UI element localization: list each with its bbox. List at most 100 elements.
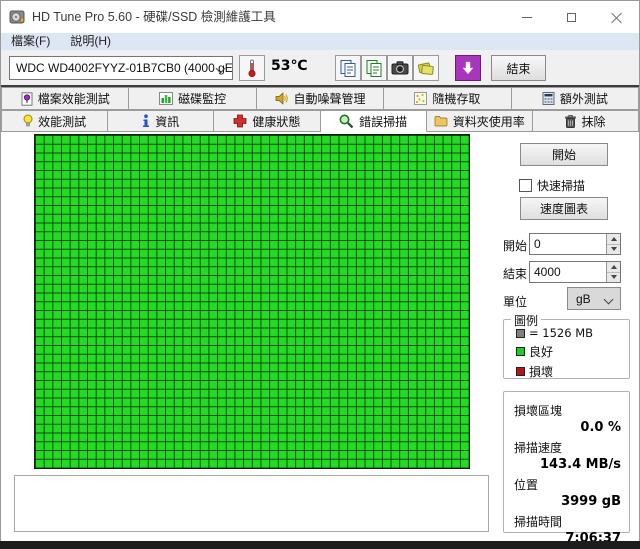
random-access-icon bbox=[414, 92, 428, 105]
download-arrow-icon bbox=[462, 61, 474, 75]
damaged-blocks-label: 損壞區塊 bbox=[514, 404, 563, 418]
titlebar: HD Tune Pro 5.60 - 硬碟/SSD 檢測維護工具 bbox=[1, 1, 639, 33]
notes-icon bbox=[417, 62, 434, 75]
tab-label: 磁碟監控 bbox=[178, 92, 227, 106]
menubar: 檔案(F) 說明(H) bbox=[1, 33, 639, 50]
triangle-up-icon bbox=[610, 264, 617, 269]
drive-select[interactable]: WDC WD4002FYYZ-01B7CB0 (4000 gE bbox=[9, 56, 233, 80]
good-label: 良好 bbox=[529, 345, 554, 359]
tab-label: 自動噪聲管理 bbox=[293, 92, 366, 106]
spin-down-button[interactable] bbox=[607, 272, 620, 282]
file-benchmark-icon bbox=[21, 91, 33, 106]
screenshot-button[interactable] bbox=[387, 55, 413, 81]
good-swatch bbox=[516, 347, 525, 356]
window-controls bbox=[504, 1, 639, 33]
speed-map-button[interactable]: 速度圖表 bbox=[520, 197, 608, 220]
tab-label: 健康狀態 bbox=[252, 114, 301, 129]
folder-icon bbox=[434, 115, 448, 127]
close-icon bbox=[611, 12, 622, 23]
tab-row-top: 檔案效能測試 磁碟監控 自動噪聲管理 隨機存取 額外測試 bbox=[1, 87, 640, 110]
scan-time-label: 掃描時間 bbox=[514, 515, 563, 529]
stats-group: 損壞區塊 0.0 % 掃描速度 143.4 MB/s 位置 3999 gB 掃描… bbox=[503, 391, 630, 546]
tab-label: 資訊 bbox=[155, 114, 180, 129]
tab-label: 額外測試 bbox=[559, 92, 608, 106]
unit-select[interactable]: gB bbox=[567, 287, 621, 310]
tab-aam[interactable]: 自動噪聲管理 bbox=[256, 87, 385, 110]
tab-disk-monitor[interactable]: 磁碟監控 bbox=[129, 87, 257, 110]
info-icon bbox=[142, 114, 150, 128]
maximize-button[interactable] bbox=[549, 1, 594, 33]
chevron-down-icon bbox=[603, 294, 614, 305]
start-scan-label: 開始 bbox=[551, 148, 576, 162]
copy-icon bbox=[340, 60, 356, 77]
start-position-field bbox=[529, 233, 621, 255]
camera-icon bbox=[391, 61, 409, 75]
close-button[interactable] bbox=[594, 1, 639, 33]
spin-up-button[interactable] bbox=[607, 262, 620, 273]
tab-health[interactable]: 健康狀態 bbox=[214, 110, 321, 132]
maximize-icon bbox=[567, 12, 576, 22]
scan-speed-label: 掃描速度 bbox=[514, 441, 563, 455]
menu-file[interactable]: 檔案(F) bbox=[1, 33, 60, 50]
legend-block-size: = 1526 MB bbox=[516, 326, 593, 340]
start-position-input[interactable] bbox=[530, 234, 606, 254]
tab-label: 資料夾使用率 bbox=[452, 114, 525, 129]
tab-extra-tests[interactable]: 額外測試 bbox=[511, 87, 640, 110]
tab-label: 抹除 bbox=[581, 114, 606, 129]
extra-tests-icon bbox=[542, 92, 555, 105]
unit-select-value: gB bbox=[576, 291, 591, 306]
update-download-button[interactable] bbox=[455, 55, 481, 81]
window-title: HD Tune Pro 5.60 - 硬碟/SSD 檢測維護工具 bbox=[32, 10, 276, 24]
tab-file-benchmark[interactable]: 檔案效能測試 bbox=[1, 87, 130, 110]
tab-benchmark[interactable]: 效能測試 bbox=[1, 110, 109, 132]
triangle-down-icon bbox=[610, 275, 617, 280]
spin-up-button[interactable] bbox=[607, 234, 620, 245]
start-position-label: 開始 bbox=[503, 239, 528, 253]
minimize-button[interactable] bbox=[504, 1, 549, 33]
legend-bad: 損壞 bbox=[516, 363, 593, 380]
tab-label: 錯誤掃描 bbox=[359, 114, 408, 129]
tab-error-scan[interactable]: 錯誤掃描 bbox=[320, 110, 427, 132]
speaker-icon bbox=[275, 92, 289, 105]
drive-select-value: WDC WD4002FYYZ-01B7CB0 (4000 gE bbox=[16, 61, 233, 75]
end-position-field bbox=[529, 261, 621, 283]
bad-label: 損壞 bbox=[529, 365, 554, 379]
tab-info[interactable]: 資訊 bbox=[108, 110, 215, 132]
lightbulb-icon bbox=[23, 114, 33, 128]
speed-map-box bbox=[14, 475, 489, 532]
position-value: 3999 gB bbox=[561, 494, 621, 509]
position-label: 位置 bbox=[514, 478, 539, 492]
legend-group: 圖例 = 1526 MB 良好 損壞 bbox=[503, 312, 630, 380]
start-scan-button[interactable]: 開始 bbox=[520, 143, 608, 166]
exit-button[interactable]: 結束 bbox=[491, 55, 546, 81]
triangle-down-icon bbox=[610, 247, 617, 252]
quick-scan-checkbox[interactable] bbox=[519, 179, 532, 192]
tab-random-access[interactable]: 隨機存取 bbox=[384, 87, 512, 110]
tab-label: 檔案效能測試 bbox=[37, 92, 110, 106]
triangle-up-icon bbox=[610, 236, 617, 241]
speed-map-label: 速度圖表 bbox=[539, 202, 588, 216]
damaged-blocks-value: 0.0 % bbox=[580, 420, 621, 435]
magnifier-icon bbox=[339, 114, 354, 129]
quick-scan-label: 快速掃描 bbox=[537, 179, 586, 193]
tab-row-bottom: 效能測試 資訊 健康狀態 錯誤掃描 資料夾使用率 抹除 bbox=[1, 110, 640, 132]
tab-folder-usage[interactable]: 資料夾使用率 bbox=[426, 110, 533, 132]
copy-text-icon bbox=[366, 60, 382, 77]
bad-swatch bbox=[516, 367, 525, 376]
copy-text-button[interactable] bbox=[361, 55, 387, 81]
exit-button-label: 結束 bbox=[506, 61, 531, 76]
tab-erase[interactable]: 抹除 bbox=[532, 110, 640, 132]
end-position-input[interactable] bbox=[530, 262, 606, 282]
end-position-label: 結束 bbox=[503, 267, 528, 281]
spin-down-button[interactable] bbox=[607, 244, 620, 254]
toolbar: WDC WD4002FYYZ-01B7CB0 (4000 gE 53℃ 結束 bbox=[1, 50, 639, 85]
scan-speed-value: 143.4 MB/s bbox=[540, 457, 621, 472]
block-size-text: = 1526 MB bbox=[529, 326, 594, 340]
notes-button[interactable] bbox=[413, 55, 439, 81]
tab-label: 隨機存取 bbox=[432, 92, 481, 106]
temperature-button[interactable] bbox=[239, 55, 265, 81]
menu-help[interactable]: 說明(H) bbox=[60, 33, 121, 50]
thermometer-icon bbox=[248, 59, 256, 78]
copy-button[interactable] bbox=[335, 55, 361, 81]
hdtune-window: HD Tune Pro 5.60 - 硬碟/SSD 檢測維護工具 檔案(F) 說… bbox=[0, 0, 640, 546]
